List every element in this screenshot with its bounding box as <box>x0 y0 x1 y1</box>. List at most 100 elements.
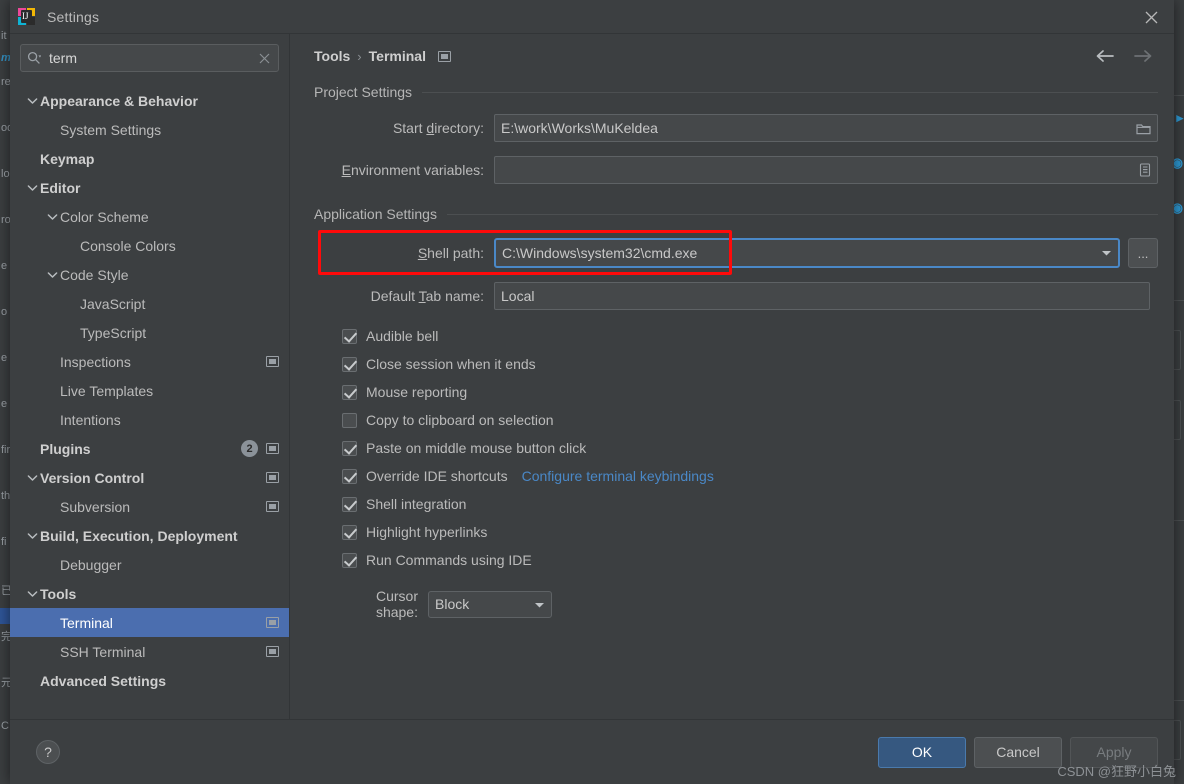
checkbox-run-commands-using-ide[interactable] <box>342 552 357 568</box>
list-icon[interactable] <box>1139 163 1151 177</box>
cursor-shape-row: Cursor shape: Block <box>306 588 1158 620</box>
chevron-down-icon <box>24 93 40 109</box>
sidebar-item-advanced-settings[interactable]: Advanced Settings <box>10 666 289 695</box>
chevron-down-icon <box>44 267 60 283</box>
dialog-title: Settings <box>47 8 100 25</box>
checkbox-mouse-reporting[interactable] <box>342 384 357 400</box>
shell-path-label: Shell path: <box>417 245 484 261</box>
project-settings-icon <box>266 646 279 657</box>
shell-path-browse-button[interactable]: ... <box>1128 238 1158 268</box>
sidebar-item-keymap[interactable]: Keymap <box>10 144 289 173</box>
sidebar-item-label: Build, Execution, Deployment <box>40 527 238 544</box>
checkbox-row: Override IDE shortcuts Configure terminal… <box>306 462 1158 490</box>
chevron-down-icon[interactable] <box>1094 240 1118 266</box>
sidebar-item-javascript[interactable]: JavaScript <box>10 289 289 318</box>
search-input[interactable] <box>47 49 257 67</box>
checkbox-highlight-hyperlinks[interactable] <box>342 524 357 540</box>
background-text-fragment: lo <box>1 168 10 180</box>
terminal-options-list: Audible bell Close session when it ends Mo… <box>306 322 1158 574</box>
sidebar-item-build-execution-deployment[interactable]: Build, Execution, Deployment <box>10 521 289 550</box>
sidebar-item-typescript[interactable]: TypeScript <box>10 318 289 347</box>
chevron-down-icon <box>24 586 40 602</box>
checkbox-label[interactable]: Audible bell <box>366 328 438 344</box>
sidebar-item-appearance-behavior[interactable]: Appearance & Behavior <box>10 86 289 115</box>
checkbox-copy-to-clipboard-on-selection[interactable] <box>342 412 357 428</box>
ok-button[interactable]: OK <box>878 736 966 768</box>
checkbox-shell-integration[interactable] <box>342 496 357 512</box>
sidebar-item-debugger[interactable]: Debugger <box>10 550 289 579</box>
sidebar-item-ssh-terminal[interactable]: SSH Terminal <box>10 637 289 666</box>
sidebar-item-terminal[interactable]: Terminal <box>10 608 289 637</box>
sidebar-item-code-style[interactable]: Code Style <box>10 260 289 289</box>
application-settings-title: Application Settings <box>314 206 437 222</box>
watermark: CSDN @狂野小白兔 <box>1057 764 1176 779</box>
checkbox-label[interactable]: Close session when it ends <box>366 356 536 372</box>
sidebar-item-version-control[interactable]: Version Control <box>10 463 289 492</box>
sidebar-item-label: Subversion <box>60 498 131 515</box>
cursor-shape-value: Block <box>435 596 470 612</box>
clear-icon[interactable] <box>257 53 272 64</box>
start-directory-field[interactable]: E:\work\Works\MuKeldea <box>494 114 1158 142</box>
sidebar-item-editor[interactable]: Editor <box>10 173 289 202</box>
configure-terminal-keybindings-link[interactable]: Configure terminal keybindings <box>522 468 714 484</box>
sidebar-item-plugins[interactable]: Plugins 2 <box>10 434 289 463</box>
project-settings-section-header: Project Settings <box>306 84 1158 100</box>
checkbox-label[interactable]: Copy to clipboard on selection <box>366 412 554 428</box>
sidebar-item-inspections[interactable]: Inspections <box>10 347 289 376</box>
environment-variables-field[interactable] <box>494 156 1158 184</box>
checkbox-label[interactable]: Highlight hyperlinks <box>366 524 487 540</box>
application-settings-section-header: Application Settings <box>306 206 1158 222</box>
checkbox-label[interactable]: Shell integration <box>366 496 466 512</box>
default-tab-name-field[interactable]: Local <box>494 282 1150 310</box>
checkbox-row: Close session when it ends <box>306 350 1158 378</box>
sidebar-item-color-scheme[interactable]: Color Scheme <box>10 202 289 231</box>
checkbox-paste-on-middle-mouse-button-click[interactable] <box>342 440 357 456</box>
checkbox-override-ide-shortcuts[interactable] <box>342 468 357 484</box>
environment-variables-row: Environment variables: <box>306 156 1158 184</box>
folder-icon[interactable] <box>1136 122 1151 135</box>
sidebar-item-tools[interactable]: Tools <box>10 579 289 608</box>
shell-path-combobox[interactable]: C:\Windows\system32\cmd.exe <box>494 238 1120 268</box>
checkbox-close-session-when-it-ends[interactable] <box>342 356 357 372</box>
arrow-left-icon[interactable] <box>1094 49 1114 63</box>
cancel-button[interactable]: Cancel <box>974 736 1062 768</box>
background-text-fragment: fir <box>1 444 11 456</box>
cursor-shape-select[interactable]: Block <box>428 590 552 618</box>
sidebar-item-intentions[interactable]: Intentions <box>10 405 289 434</box>
chevron-down-icon <box>24 470 40 486</box>
checkbox-audible-bell[interactable] <box>342 328 357 344</box>
breadcrumb-leaf: Terminal <box>368 48 426 64</box>
checkbox-label[interactable]: Paste on middle mouse button click <box>366 440 586 456</box>
close-icon[interactable] <box>1128 0 1174 34</box>
checkbox-label[interactable]: Override IDE shortcuts <box>366 468 508 484</box>
background-text-fragment: e <box>1 260 8 272</box>
help-icon[interactable]: ? <box>36 740 60 764</box>
sidebar-item-badge: 2 <box>241 440 258 457</box>
sidebar-item-label: Appearance & Behavior <box>40 92 198 109</box>
arrow-right-icon <box>1134 49 1154 63</box>
sidebar-item-console-colors[interactable]: Console Colors <box>10 231 289 260</box>
checkbox-label[interactable]: Run Commands using IDE <box>366 552 532 568</box>
cursor-shape-label: Cursor shape: <box>375 588 418 620</box>
sidebar-item-system-settings[interactable]: System Settings <box>10 115 289 144</box>
background-marker: ▸ <box>1176 110 1183 125</box>
intellij-idea-logo-icon: IJ <box>18 8 35 25</box>
shell-path-value: C:\Windows\system32\cmd.exe <box>502 245 698 261</box>
sidebar-item-live-templates[interactable]: Live Templates <box>10 376 289 405</box>
search-box[interactable] <box>20 44 279 72</box>
sidebar-item-label: Tools <box>40 585 77 602</box>
chevron-down-icon <box>24 180 40 196</box>
sidebar-item-label: Intentions <box>60 411 121 428</box>
sidebar-item-label: System Settings <box>60 121 162 138</box>
breadcrumb-root[interactable]: Tools <box>314 48 350 64</box>
sidebar-item-subversion[interactable]: Subversion <box>10 492 289 521</box>
search-icon <box>27 51 41 65</box>
checkbox-label[interactable]: Mouse reporting <box>366 384 467 400</box>
